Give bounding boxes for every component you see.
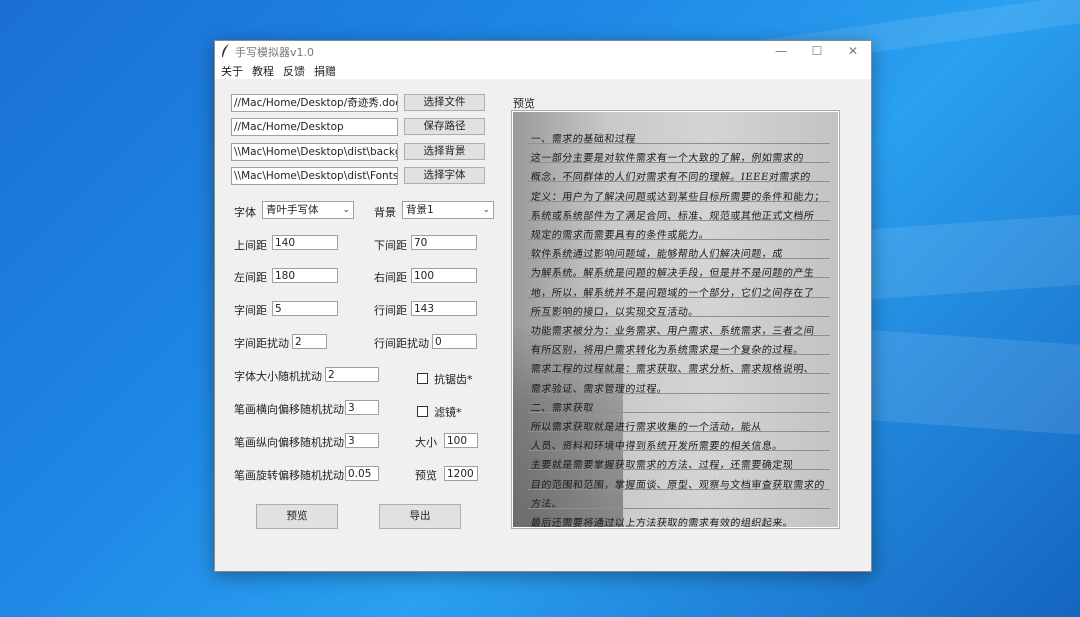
chevron-down-icon: ⌄ xyxy=(482,205,490,215)
save-path-field[interactable]: //Mac/Home/Desktop xyxy=(231,118,398,136)
bottom-margin-label: 下间距 xyxy=(374,239,407,252)
line-jitter-label: 行间距扰动 xyxy=(374,337,429,350)
font-select-value: 青叶手写体 xyxy=(266,204,319,216)
handwriting-line: 方法。 xyxy=(530,498,563,510)
char-jitter-label: 字间距扰动 xyxy=(234,337,289,350)
filter-checkbox[interactable] xyxy=(417,406,428,417)
rotation-jitter-input[interactable]: 0.05 xyxy=(345,466,379,481)
close-button[interactable]: ✕ xyxy=(835,41,871,61)
h-offset-jitter-input[interactable]: 3 xyxy=(345,400,379,415)
preview-size-input[interactable]: 1200 xyxy=(444,466,478,481)
preview-button[interactable]: 预览 xyxy=(256,504,338,529)
antialias-label: 抗锯齿* xyxy=(434,373,473,386)
size-input[interactable]: 100 xyxy=(444,433,478,448)
title-bar[interactable]: 手写模拟器v1.0 — ☐ ✕ xyxy=(215,41,871,61)
background-label: 背景 xyxy=(374,206,396,219)
v-offset-jitter-input[interactable]: 3 xyxy=(345,433,379,448)
line-spacing-label: 行间距 xyxy=(374,304,407,317)
handwriting-line: 规定的需求而需要具有的条件或能力。 xyxy=(530,230,710,241)
window-title: 手写模拟器v1.0 xyxy=(235,46,315,59)
handwriting-preview-image: 一、需求的基础和过程 这一部分主要是对软件需求有一个大致的了解，例如需求的 概念，… xyxy=(513,112,838,527)
handwriting-line: 主要就是需要掌握获取需求的方法、过程，还需要确定现 xyxy=(530,460,794,472)
size-label: 大小 xyxy=(415,436,437,449)
handwriting-line: 定义：用户为了解决问题或达到某些目标所需要的条件和能力； xyxy=(530,191,826,203)
choose-file-button[interactable]: 选择文件 xyxy=(404,94,485,111)
bottom-margin-input[interactable]: 70 xyxy=(411,235,477,250)
chevron-down-icon: ⌄ xyxy=(342,205,350,215)
light-beam xyxy=(860,211,1080,300)
handwriting-line: 二、需求获取 xyxy=(530,402,595,414)
menu-tutorial[interactable]: 教程 xyxy=(252,63,274,79)
background-select[interactable]: 背景1 ⌄ xyxy=(402,201,494,219)
font-size-jitter-input[interactable]: 2 xyxy=(325,367,379,382)
left-margin-input[interactable]: 180 xyxy=(272,268,338,283)
background-path-field[interactable]: \\Mac\Home\Desktop\dist\backgrounds xyxy=(231,143,398,161)
left-margin-label: 左间距 xyxy=(234,271,267,284)
light-beam xyxy=(863,330,1080,438)
handwriting-line: 这一部分主要是对软件需求有一个大致的了解，例如需求的 xyxy=(530,153,805,165)
handwriting-line: 地，所以，解系统并不是问题域的一个部分，它们之间存在了 xyxy=(530,287,815,299)
background-select-value: 背景1 xyxy=(406,204,434,216)
handwriting-line: 概念，不同群体的人们对需求有不同的理解。IEEE对需求的 xyxy=(530,172,812,184)
char-jitter-input[interactable]: 2 xyxy=(292,334,327,349)
handwriting-line: 需求工程的过程就是：需求获取、需求分析、需求规格说明、 xyxy=(530,364,815,376)
filter-label: 滤镜* xyxy=(434,406,462,419)
right-margin-label: 右间距 xyxy=(374,271,407,284)
handwriting-line: 功能需求被分为：业务需求、用户需求、系统需求，三者之间 xyxy=(530,326,815,337)
right-margin-input[interactable]: 100 xyxy=(411,268,477,283)
feather-icon xyxy=(222,44,229,57)
menu-feedback[interactable]: 反馈 xyxy=(283,63,305,79)
char-spacing-label: 字间距 xyxy=(234,304,267,317)
h-offset-jitter-label: 笔画横向偏移随机扰动 xyxy=(234,403,344,416)
font-path-field[interactable]: \\Mac\Home\Desktop\dist\Fonts\ xyxy=(231,167,398,185)
font-size-jitter-label: 字体大小随机扰动 xyxy=(234,370,322,383)
top-margin-input[interactable]: 140 xyxy=(272,235,338,250)
char-spacing-input[interactable]: 5 xyxy=(272,301,338,316)
save-path-button[interactable]: 保存路径 xyxy=(404,118,485,135)
antialias-checkbox[interactable] xyxy=(417,373,428,384)
menu-donate[interactable]: 捐赠 xyxy=(314,63,336,79)
maximize-button[interactable]: ☐ xyxy=(799,41,835,61)
menu-bar: 关于 教程 反馈 捐赠 xyxy=(215,61,871,79)
handwriting-line: 所以需求获取就是进行需求收集的一个活动，能从 xyxy=(530,422,763,433)
handwriting-line: 目的范围和范围，掌握面谈、原型、观察与文档审查获取需求的 xyxy=(530,479,826,491)
handwriting-line: 所互影响的接口，以实现交互活动。 xyxy=(530,306,700,318)
line-spacing-input[interactable]: 143 xyxy=(411,301,477,316)
preview-heading: 预览 xyxy=(513,97,535,110)
v-offset-jitter-label: 笔画纵向偏移随机扰动 xyxy=(234,436,344,449)
handwriting-line: 人员、资料和环境中得到系统开发所需要的相关信息。 xyxy=(530,441,784,453)
line-jitter-input[interactable]: 0 xyxy=(432,334,477,349)
handwriting-line: 需求验证、需求管理的过程。 xyxy=(530,383,668,395)
handwriting-line: 一、需求的基础和过程 xyxy=(530,134,637,145)
handwriting-line: 最后还需要将通过以上方法获取的需求有效的组织起来。 xyxy=(530,518,794,527)
handwriting-line: 为解系统。解系统是问题的解决手段，但是并不是问题的产生 xyxy=(530,268,815,280)
preview-panel: 一、需求的基础和过程 这一部分主要是对软件需求有一个大致的了解，例如需求的 概念，… xyxy=(511,110,840,529)
export-button[interactable]: 导出 xyxy=(379,504,461,529)
top-margin-label: 上间距 xyxy=(234,239,267,252)
minimize-button[interactable]: — xyxy=(763,41,799,61)
app-window: 手写模拟器v1.0 — ☐ ✕ 关于 教程 反馈 捐赠 //Mac/Home/D… xyxy=(214,40,872,572)
handwriting-line: 系统或系统部件为了满足合同、标准、规范或其他正式文档所 xyxy=(530,210,815,222)
font-label: 字体 xyxy=(234,206,256,219)
font-select[interactable]: 青叶手写体 ⌄ xyxy=(262,201,354,219)
handwriting-line: 有所区别，将用户需求转化为系统需求是一个复杂的过程。 xyxy=(530,345,805,357)
choose-background-button[interactable]: 选择背景 xyxy=(404,143,485,160)
handwriting-line: 软件系统通过影响问题域，能够帮助人们解决问题，成 xyxy=(530,249,784,261)
choose-font-button[interactable]: 选择字体 xyxy=(404,167,485,184)
rotation-jitter-label: 笔画旋转偏移随机扰动 xyxy=(234,469,344,482)
menu-about[interactable]: 关于 xyxy=(221,63,243,79)
text-file-path-field[interactable]: //Mac/Home/Desktop/奇迹秀.docx xyxy=(231,94,398,112)
preview-size-label: 预览 xyxy=(415,469,437,482)
